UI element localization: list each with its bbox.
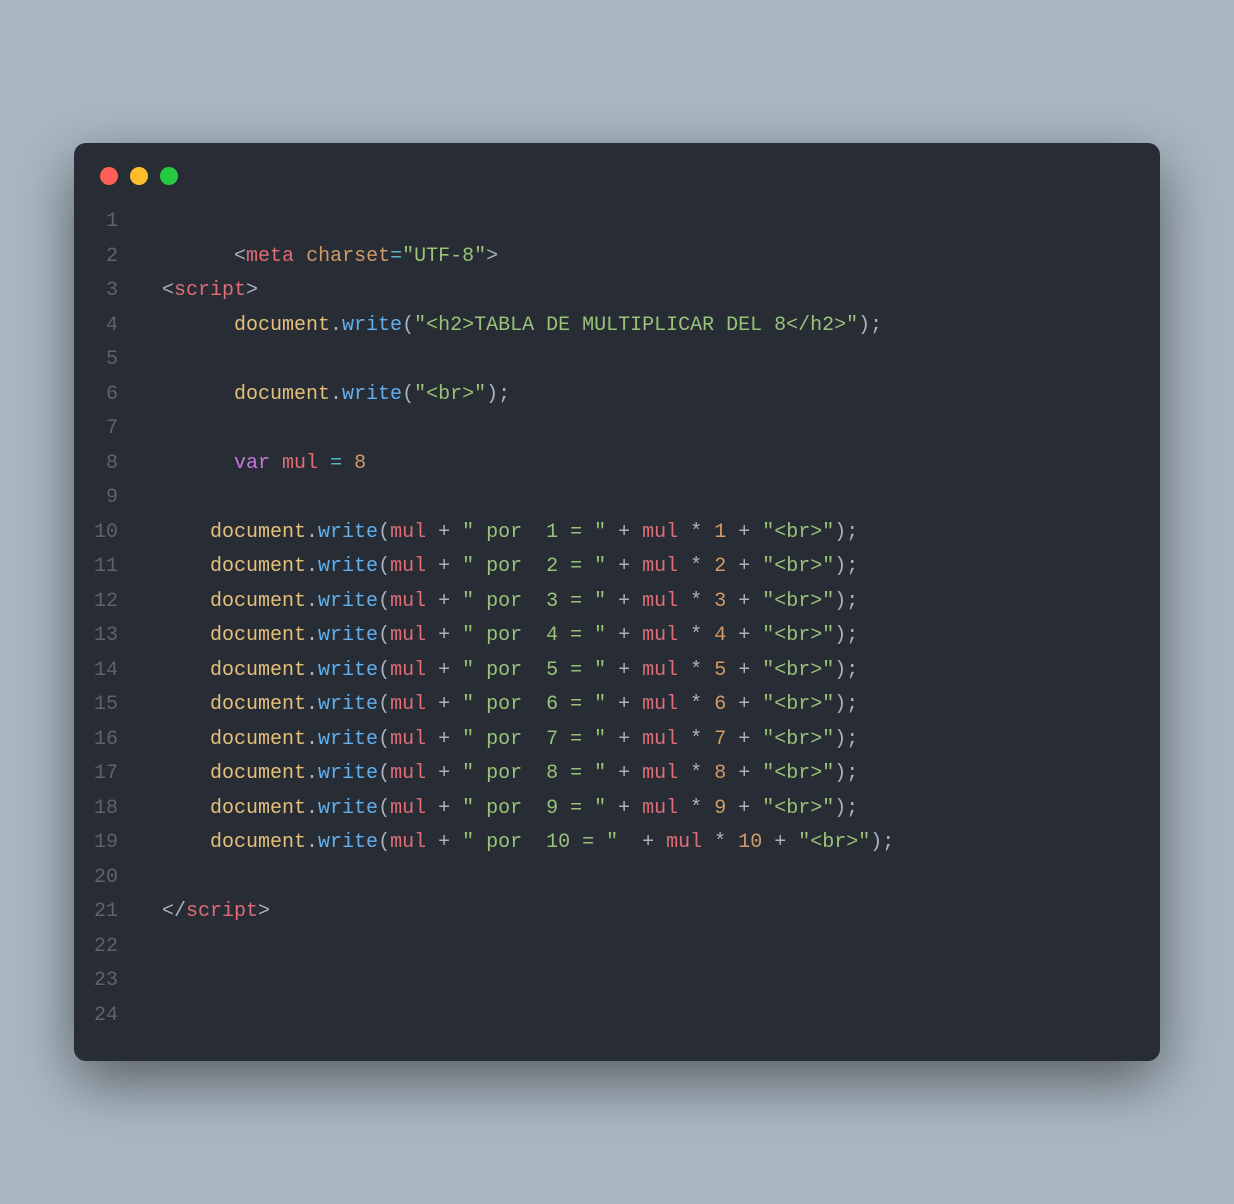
line-number: 15 [74, 688, 138, 723]
code-line: 24 [74, 999, 1160, 1034]
code-content: <meta charset="UTF-8"> [138, 240, 498, 275]
code-line: 18 document.write(mul + " por 9 = " + mu… [74, 792, 1160, 827]
line-number: 2 [74, 240, 138, 275]
line-number: 22 [74, 930, 138, 965]
line-number: 11 [74, 550, 138, 585]
line-number: 3 [74, 274, 138, 309]
code-line: 23 [74, 964, 1160, 999]
line-number: 5 [74, 343, 138, 378]
line-number: 8 [74, 447, 138, 482]
minimize-icon[interactable] [130, 167, 148, 185]
line-number: 13 [74, 619, 138, 654]
line-number: 1 [74, 205, 138, 240]
code-line: 9 [74, 481, 1160, 516]
code-content: document.write(mul + " por 4 = " + mul *… [138, 619, 858, 654]
line-number: 20 [74, 861, 138, 896]
code-line: 8 var mul = 8 [74, 447, 1160, 482]
code-line: 20 [74, 861, 1160, 896]
code-content: document.write("<h2>TABLA DE MULTIPLICAR… [138, 309, 882, 344]
code-line: 2 <meta charset="UTF-8"> [74, 240, 1160, 275]
code-line: 19 document.write(mul + " por 10 = " + m… [74, 826, 1160, 861]
code-content: document.write(mul + " por 2 = " + mul *… [138, 550, 858, 585]
code-line: 15 document.write(mul + " por 6 = " + mu… [74, 688, 1160, 723]
code-line: 17 document.write(mul + " por 8 = " + mu… [74, 757, 1160, 792]
line-number: 14 [74, 654, 138, 689]
code-line: 13 document.write(mul + " por 4 = " + mu… [74, 619, 1160, 654]
code-line: 22 [74, 930, 1160, 965]
line-number: 9 [74, 481, 138, 516]
code-content: </script> [138, 895, 270, 930]
code-content: document.write(mul + " por 5 = " + mul *… [138, 654, 858, 689]
maximize-icon[interactable] [160, 167, 178, 185]
code-line: 3 <script> [74, 274, 1160, 309]
line-number: 12 [74, 585, 138, 620]
code-content: document.write(mul + " por 9 = " + mul *… [138, 792, 858, 827]
code-line: 1 [74, 205, 1160, 240]
code-content: document.write(mul + " por 6 = " + mul *… [138, 688, 858, 723]
code-content: document.write(mul + " por 3 = " + mul *… [138, 585, 858, 620]
code-line: 6 document.write("<br>"); [74, 378, 1160, 413]
code-content: document.write(mul + " por 1 = " + mul *… [138, 516, 858, 551]
code-editor: 1 2 <meta charset="UTF-8"> 3 <script> 4 … [74, 195, 1160, 1033]
code-line: 11 document.write(mul + " por 2 = " + mu… [74, 550, 1160, 585]
code-line: 16 document.write(mul + " por 7 = " + mu… [74, 723, 1160, 758]
line-number: 23 [74, 964, 138, 999]
code-content: <script> [138, 274, 258, 309]
close-icon[interactable] [100, 167, 118, 185]
code-line: 7 [74, 412, 1160, 447]
line-number: 17 [74, 757, 138, 792]
code-line: 5 [74, 343, 1160, 378]
code-line: 4 document.write("<h2>TABLA DE MULTIPLIC… [74, 309, 1160, 344]
line-number: 21 [74, 895, 138, 930]
window-titlebar [74, 143, 1160, 195]
line-number: 16 [74, 723, 138, 758]
code-line: 12 document.write(mul + " por 3 = " + mu… [74, 585, 1160, 620]
code-content: document.write(mul + " por 8 = " + mul *… [138, 757, 858, 792]
code-window: 1 2 <meta charset="UTF-8"> 3 <script> 4 … [74, 143, 1160, 1061]
line-number: 19 [74, 826, 138, 861]
line-number: 4 [74, 309, 138, 344]
code-content: document.write("<br>"); [138, 378, 510, 413]
code-content: document.write(mul + " por 10 = " + mul … [138, 826, 894, 861]
code-content: document.write(mul + " por 7 = " + mul *… [138, 723, 858, 758]
code-line: 10 document.write(mul + " por 1 = " + mu… [74, 516, 1160, 551]
code-content: var mul = 8 [138, 447, 366, 482]
line-number: 7 [74, 412, 138, 447]
line-number: 6 [74, 378, 138, 413]
line-number: 18 [74, 792, 138, 827]
line-number: 24 [74, 999, 138, 1034]
line-number: 10 [74, 516, 138, 551]
code-line: 21 </script> [74, 895, 1160, 930]
code-line: 14 document.write(mul + " por 5 = " + mu… [74, 654, 1160, 689]
